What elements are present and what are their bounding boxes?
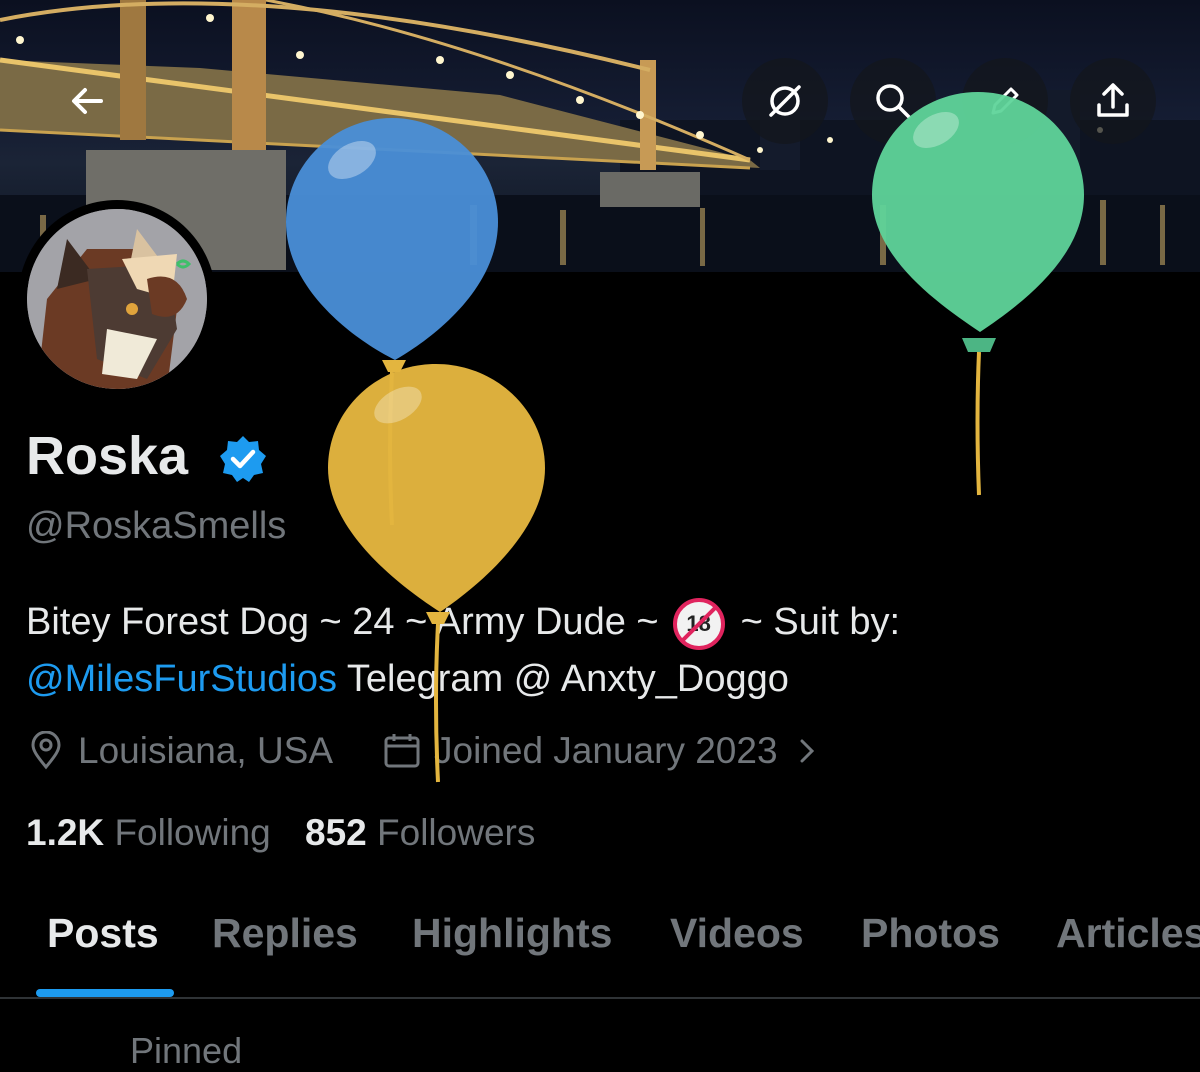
tab-posts[interactable]: Posts <box>47 910 159 957</box>
location-pin-icon <box>31 731 61 770</box>
active-tab-indicator <box>36 989 174 997</box>
following-count: 1.2K <box>26 812 105 853</box>
search-button[interactable] <box>850 58 936 144</box>
bio-line-1: Bitey Forest Dog ~ 24 ~ Army Dude ~ 18 ~ S… <box>26 598 900 650</box>
tab-articles[interactable]: Articles <box>1056 910 1200 957</box>
avatar[interactable] <box>18 200 216 398</box>
following-label: Following <box>114 812 271 853</box>
share-button[interactable] <box>1070 58 1156 144</box>
location-text: Louisiana, USA <box>78 730 334 771</box>
followers-count: 852 <box>305 812 367 853</box>
yellow-balloon <box>328 364 545 783</box>
join-date-text: Joined January 2023 <box>434 730 778 771</box>
tab-photos[interactable]: Photos <box>861 910 1000 957</box>
tabs-divider <box>0 997 1200 999</box>
no-under-18-badge: 18 <box>672 598 725 650</box>
bio-line-2: @MilesFurStudios Telegram @ Anxty_Doggo <box>26 658 789 701</box>
search-icon <box>876 84 911 119</box>
bio-text: Telegram @ Anxty_Doggo <box>337 658 789 700</box>
followers-label: Followers <box>377 812 536 853</box>
profile-tabs: Posts Replies Highlights Videos Photos A… <box>0 910 1200 998</box>
edit-button[interactable] <box>962 58 1048 144</box>
share-upload-icon <box>1097 83 1129 117</box>
profile-handle: @RoskaSmells <box>26 505 287 547</box>
join-date[interactable]: Joined January 2023 <box>382 730 822 772</box>
edit-pencil-icon <box>991 87 1019 115</box>
wolf-avatar-illustration <box>27 209 207 389</box>
tab-videos[interactable]: Videos <box>670 910 804 957</box>
chevron-right-icon <box>800 739 814 763</box>
profile-name: Roska <box>26 426 189 486</box>
tab-replies[interactable]: Replies <box>212 910 358 957</box>
bio-text: ~ Suit by: <box>740 601 901 644</box>
follow-stats: 1.2K Following 852 Followers <box>26 812 535 854</box>
pinned-label: Pinned <box>130 1030 243 1071</box>
tab-highlights[interactable]: Highlights <box>412 910 612 957</box>
following-stat[interactable]: 1.2K Following <box>26 812 271 853</box>
followers-stat[interactable]: 852 Followers <box>305 812 535 853</box>
verified-badge-icon[interactable] <box>218 434 268 484</box>
bio-text: Bitey Forest Dog ~ 24 ~ Army Dude ~ <box>26 601 659 644</box>
bio-mention-link[interactable]: @MilesFurStudios <box>26 658 337 700</box>
arrow-left-icon <box>72 88 103 114</box>
mute-circle-icon <box>769 85 801 117</box>
location: Louisiana, USA <box>26 730 333 772</box>
calendar-icon <box>384 734 420 768</box>
back-button[interactable] <box>44 58 130 144</box>
mute-button[interactable] <box>742 58 828 144</box>
